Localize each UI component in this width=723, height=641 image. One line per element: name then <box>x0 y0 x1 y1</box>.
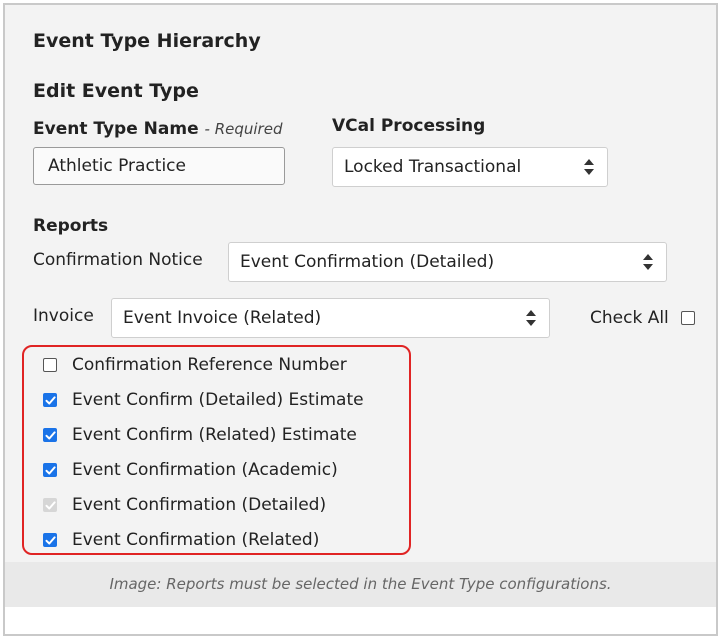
report-checkbox[interactable] <box>43 428 57 442</box>
invoice-value: Event Invoice (Related) <box>123 308 322 328</box>
section-heading: Edit Event Type <box>33 80 199 102</box>
report-checkbox[interactable] <box>43 533 57 547</box>
confirmation-notice-label: Confirmation Notice <box>33 250 203 270</box>
vcal-processing-label: VCal Processing <box>332 116 486 136</box>
event-type-name-input[interactable] <box>33 147 285 185</box>
checkmark-icon <box>45 396 56 405</box>
check-all-label: Check All <box>590 308 669 328</box>
report-checkbox[interactable] <box>43 358 57 372</box>
up-down-chevron-icon <box>643 254 653 270</box>
required-indicator: - Required <box>204 120 283 138</box>
invoice-label: Invoice <box>33 306 94 326</box>
check-all-checkbox[interactable] <box>681 311 695 325</box>
report-checkbox <box>43 498 57 512</box>
vcal-processing-value: Locked Transactional <box>344 157 522 177</box>
edit-panel: Event Type Hierarchy Edit Event Type Eve… <box>5 5 716 607</box>
report-item-label: Event Confirmation (Academic) <box>72 460 338 480</box>
report-item-label: Event Confirmation (Related) <box>72 530 320 550</box>
checkmark-icon <box>45 501 56 510</box>
confirmation-notice-value: Event Confirmation (Detailed) <box>240 252 495 272</box>
report-checkbox[interactable] <box>43 393 57 407</box>
page-title: Event Type Hierarchy <box>33 30 261 52</box>
checkmark-icon <box>45 431 56 440</box>
report-item-label: Event Confirm (Detailed) Estimate <box>72 390 364 410</box>
up-down-chevron-icon <box>584 159 594 175</box>
report-item-label: Confirmation Reference Number <box>72 355 347 375</box>
report-item-label: Event Confirm (Related) Estimate <box>72 425 357 445</box>
confirmation-notice-select[interactable]: Event Confirmation (Detailed) <box>228 242 667 282</box>
checkmark-icon <box>45 466 56 475</box>
image-caption: Image: Reports must be selected in the E… <box>5 562 716 607</box>
name-label-text: Event Type Name <box>33 119 199 139</box>
reports-section-label: Reports <box>33 216 109 236</box>
report-checkbox[interactable] <box>43 463 57 477</box>
report-item-label: Event Confirmation (Detailed) <box>72 495 327 515</box>
content-frame: Event Type Hierarchy Edit Event Type Eve… <box>3 3 718 636</box>
up-down-chevron-icon <box>526 310 536 326</box>
checkmark-icon <box>45 536 56 545</box>
event-type-name-label: Event Type Name - Required <box>33 119 282 139</box>
vcal-processing-select[interactable]: Locked Transactional <box>332 147 608 187</box>
invoice-select[interactable]: Event Invoice (Related) <box>111 298 550 338</box>
